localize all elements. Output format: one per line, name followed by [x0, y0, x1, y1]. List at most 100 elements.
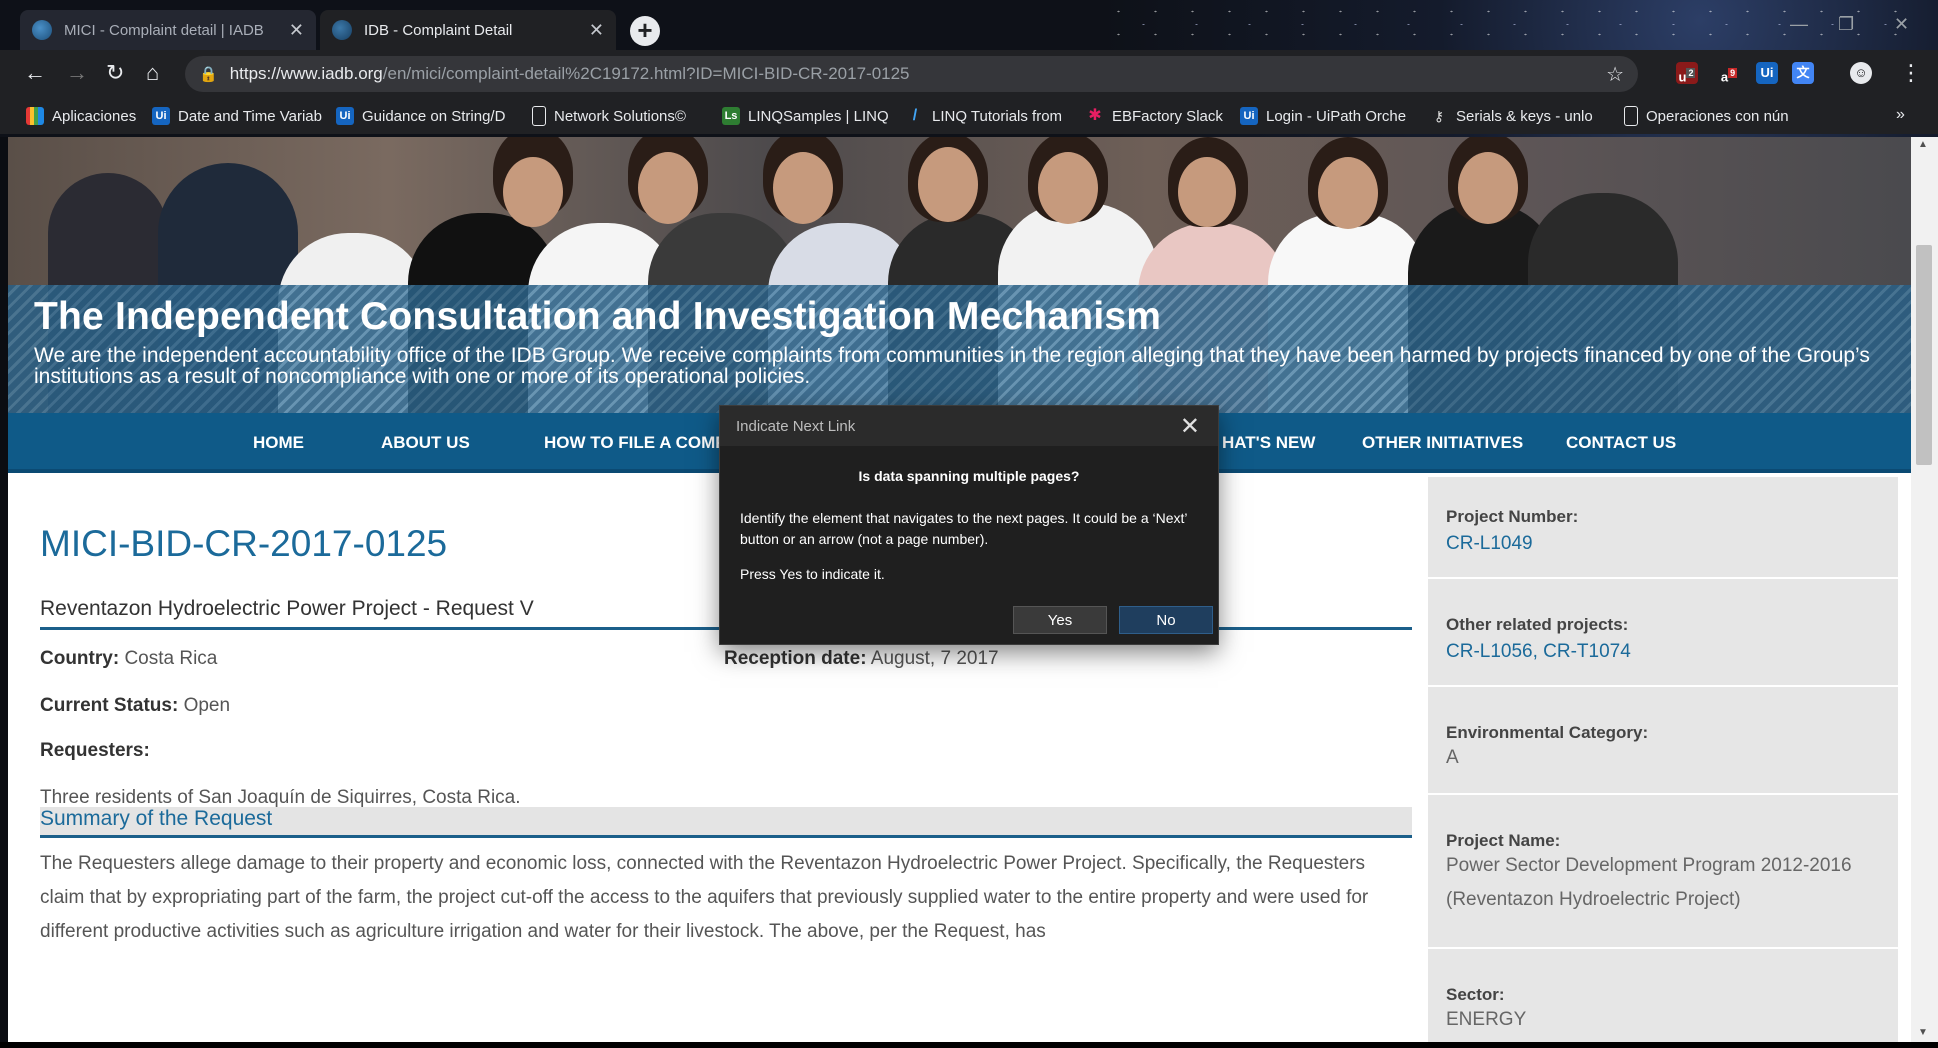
bookmark-operaciones[interactable]: Operaciones con nún: [1624, 106, 1800, 126]
bookmark-serials-keys[interactable]: ⚷ Serials & keys - unlo: [1430, 107, 1610, 125]
bookmark-label: LINQSamples | LINQ: [748, 107, 889, 125]
sidebar-divider: [1428, 577, 1898, 579]
scroll-down-icon[interactable]: ▼: [1918, 1027, 1928, 1038]
bookmark-uipath-login[interactable]: Ui Login - UiPath Orche: [1240, 107, 1416, 125]
related-projects-label: Other related projects:: [1446, 615, 1629, 634]
related-projects-links[interactable]: CR-L1056, CR-T1074: [1446, 641, 1631, 663]
close-tab-icon[interactable]: ✕: [289, 20, 304, 41]
status-value: Open: [183, 695, 231, 716]
bookmark-date-time[interactable]: Ui Date and Time Variab: [152, 107, 322, 125]
maximize-icon[interactable]: ❐: [1838, 14, 1854, 35]
translate-extension-icon[interactable]: 文: [1792, 62, 1814, 84]
page-scrollbar[interactable]: ▲ ▼: [1911, 137, 1938, 1042]
bookmark-star-icon[interactable]: ☆: [1606, 62, 1624, 87]
project-name-label: Project Name:: [1446, 831, 1561, 850]
no-button[interactable]: No: [1119, 606, 1213, 634]
dialog-close-icon[interactable]: ✕: [1180, 412, 1200, 441]
complaint-id-heading: MICI-BID-CR-2017-0125: [40, 523, 448, 564]
nav-other-initiatives[interactable]: OTHER INITIATIVES: [1362, 433, 1523, 453]
taskbar-edge: [0, 1042, 1938, 1048]
requesters-label: Requesters:: [40, 740, 150, 762]
menu-kebab-icon[interactable]: ⋮: [1900, 60, 1922, 86]
forward-arrow-icon[interactable]: →: [66, 60, 88, 86]
sector-label: Sector:: [1446, 985, 1505, 1004]
scrollbar-thumb[interactable]: [1916, 245, 1932, 465]
indicate-next-link-dialog: Indicate Next Link ✕ Is data spanning mu…: [720, 406, 1218, 644]
country-label: Country:: [40, 648, 120, 669]
browser-toolbar: ← → ↻ ⌂ 🔒 https://www.iadb.org/en/mici/c…: [0, 50, 1938, 98]
nav-home[interactable]: HOME: [253, 433, 304, 453]
uipath-icon: Ui: [336, 107, 354, 125]
ublock-extension-icon[interactable]: u2: [1676, 62, 1698, 84]
bookmarks-overflow-icon[interactable]: »: [1896, 106, 1905, 124]
photo-face: [773, 152, 833, 224]
reception-date-field: Reception date: August, 7 2017: [724, 648, 999, 670]
summary-text: The Requesters allege damage to their pr…: [40, 853, 1369, 942]
reception-label: Reception date:: [724, 648, 867, 669]
extension-badge: 2: [1686, 68, 1696, 78]
bookmark-guidance-string[interactable]: Ui Guidance on String/D: [336, 107, 518, 125]
profile-avatar-icon[interactable]: ☺: [1850, 62, 1872, 84]
nav-about-us[interactable]: ABOUT US: [381, 433, 470, 453]
url-text[interactable]: https://www.iadb.org/en/mici/complaint-d…: [230, 64, 1606, 84]
project-number-label: Project Number:: [1446, 507, 1579, 526]
environmental-category-value: A: [1446, 747, 1459, 768]
address-bar[interactable]: 🔒 https://www.iadb.org/en/mici/complaint…: [185, 56, 1638, 92]
uipath-extension-icon[interactable]: Ui: [1756, 62, 1778, 84]
close-tab-icon[interactable]: ✕: [589, 20, 604, 41]
tab-title: IDB - Complaint Detail: [364, 21, 513, 39]
summary-heading: Summary of the Request: [40, 807, 1412, 838]
country-field: Country: Costa Rica: [40, 648, 217, 670]
bookmark-label: Network Solutions©: [554, 107, 686, 125]
extension-badge: 9: [1728, 68, 1738, 78]
nav-contact-us[interactable]: CONTACT US: [1566, 433, 1676, 453]
scroll-up-icon[interactable]: ▲: [1918, 139, 1928, 150]
bookmark-network-solutions[interactable]: Network Solutions©: [532, 106, 708, 126]
browser-chrome: MICI - Complaint detail | IADB ✕ IDB - C…: [0, 0, 1938, 137]
hero-title: The Independent Consultation and Investi…: [34, 295, 1162, 338]
photo-face: [1458, 152, 1518, 224]
status-field: Current Status: Open: [40, 695, 230, 717]
bookmark-ebfactory-slack[interactable]: ✱ EBFactory Slack: [1086, 107, 1226, 125]
bookmark-label: Guidance on String/D: [362, 107, 506, 125]
bookmark-apps[interactable]: Aplicaciones: [26, 107, 138, 125]
bookmark-label: Login - UiPath Orche: [1266, 107, 1407, 125]
close-window-icon[interactable]: ✕: [1894, 14, 1909, 35]
nav-how-to-file[interactable]: HOW TO FILE A COMPL: [544, 433, 737, 453]
amazon-extension-icon[interactable]: a9: [1718, 62, 1740, 84]
minimize-icon[interactable]: —: [1790, 14, 1808, 35]
tab-title: MICI - Complaint detail | IADB: [64, 21, 264, 39]
bookmark-linq-tutorials[interactable]: / LINQ Tutorials from: [906, 107, 1072, 125]
photo-face: [1318, 157, 1378, 229]
country-value: Costa Rica: [124, 648, 218, 669]
dialog-title: Indicate Next Link: [736, 418, 856, 435]
apps-grid-icon: [26, 107, 44, 125]
project-name-value: Power Sector Development Program 2012-20…: [1446, 855, 1852, 910]
page-icon: [1624, 106, 1638, 126]
photo-face: [503, 157, 563, 227]
photo-face: [918, 147, 978, 222]
globe-favicon-icon: [32, 20, 52, 40]
back-arrow-icon[interactable]: ←: [24, 60, 46, 86]
hero-description: We are the independent accountability of…: [34, 344, 1870, 388]
tab-idb-complaint[interactable]: IDB - Complaint Detail ✕: [320, 10, 616, 50]
uipath-icon: Ui: [152, 107, 170, 125]
bookmark-label: EBFactory Slack: [1112, 107, 1223, 125]
tutorial-icon: /: [912, 107, 918, 124]
sidebar-divider: [1428, 685, 1898, 687]
project-number-link[interactable]: CR-L1049: [1446, 533, 1533, 555]
url-host: https://www.iadb.org: [229, 64, 383, 83]
bookmark-linq-samples[interactable]: Ls LINQSamples | LINQ: [722, 107, 892, 125]
yes-button[interactable]: Yes: [1013, 606, 1107, 634]
tab-mici-complaint[interactable]: MICI - Complaint detail | IADB ✕: [20, 10, 316, 50]
status-label: Current Status:: [40, 695, 179, 716]
project-sidebar: Project Number: CR-L1049 Other related p…: [1428, 477, 1898, 1042]
bookmark-label: Operaciones con nún: [1646, 107, 1789, 125]
reload-icon[interactable]: ↻: [106, 60, 124, 86]
home-icon[interactable]: ⌂: [146, 60, 159, 86]
photo-face: [638, 152, 698, 224]
hero-banner: The Independent Consultation and Investi…: [8, 137, 1911, 413]
slack-icon: ✱: [1088, 107, 1102, 124]
new-tab-button[interactable]: +: [630, 16, 660, 46]
nav-whats-new[interactable]: HAT'S NEW: [1222, 433, 1315, 453]
